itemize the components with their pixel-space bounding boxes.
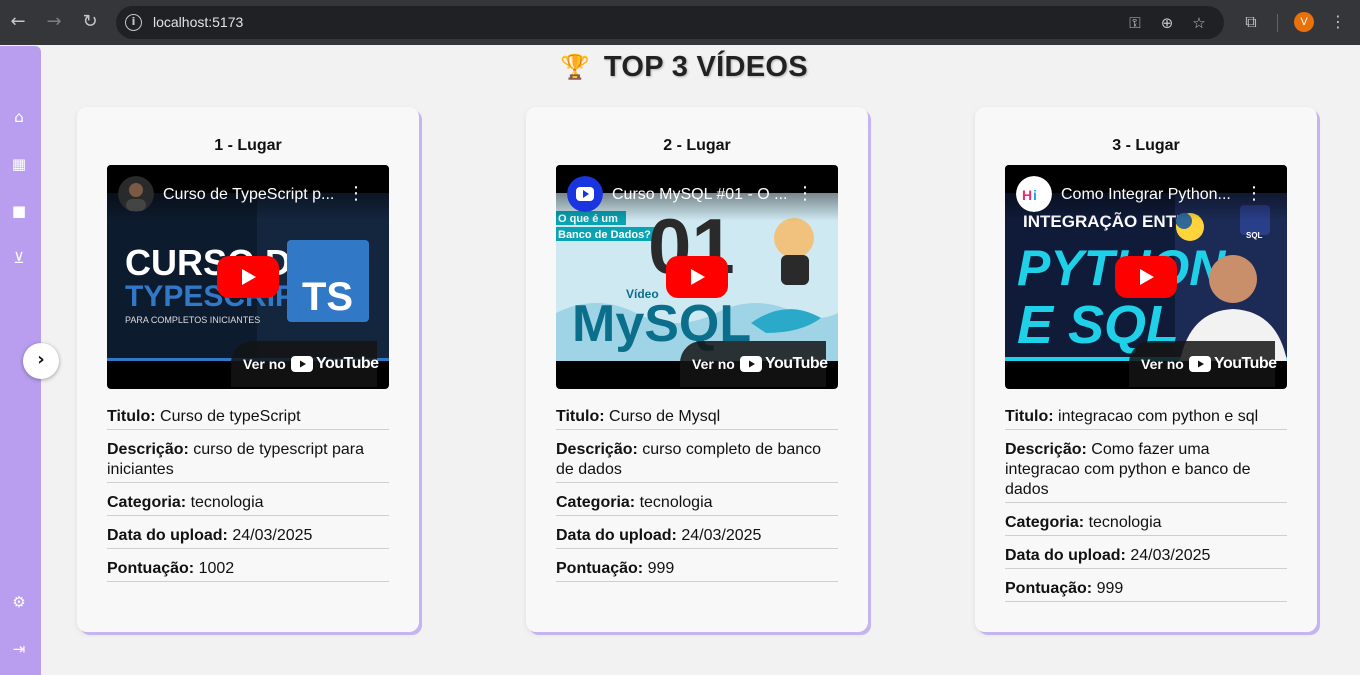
detail-data: Data do upload: 24/03/2025 [556,526,838,549]
puzzle-icon[interactable]: ⧉ [1240,11,1262,33]
youtube-logo: YouTube [740,355,828,373]
play-button-icon[interactable] [1115,256,1177,298]
more-options-icon[interactable]: ⋮ [796,184,814,204]
watch-on-youtube-button[interactable]: Ver no YouTube [1129,341,1277,387]
profile-avatar[interactable]: V [1294,12,1314,32]
browser-toolbar: ← → ↻ i localhost:5173 ⚿ ⊕ ☆ ⧉ V ⋮ [0,0,1360,45]
detail-titulo: Titulo: integracao com python e sql [1005,407,1287,430]
home-icon[interactable]: ⌂ [8,106,30,128]
watch-on-youtube-button[interactable]: Ver no YouTube [231,341,379,387]
more-options-icon[interactable]: ⋮ [347,184,365,204]
zoom-icon[interactable]: ⊕ [1157,13,1177,33]
detail-data: Data do upload: 24/03/2025 [1005,546,1287,569]
video-card-3: 3 - Lugar INTEGRAÇÃO ENTRE PYTHON E SQL … [975,107,1317,632]
youtube-wordmark: YouTube [765,355,828,372]
info-icon[interactable]: i [125,14,142,31]
star-icon[interactable]: ☆ [1189,13,1209,33]
pontuacao-value: 1002 [198,560,235,577]
channel-avatar[interactable]: Hi [1016,176,1052,212]
gear-icon[interactable]: ⚙ [8,591,30,613]
play-button-icon[interactable] [217,256,279,298]
data-value: 24/03/2025 [1130,547,1211,564]
thumb-text-3: PARA COMPLETOS INICIANTES [125,315,260,325]
toolbar-divider [1277,14,1278,32]
titulo-value: integracao com python e sql [1058,408,1259,425]
watch-on-label: Ver no [1141,356,1184,372]
pontuacao-value: 999 [1096,580,1124,597]
data-value: 24/03/2025 [681,527,762,544]
svg-text:i: i [1033,187,1037,203]
video-camera-icon[interactable]: ■ [8,200,30,222]
detail-pontuacao: Pontuação: 999 [556,559,838,582]
forward-arrow-icon[interactable]: → [43,11,65,33]
detail-descricao: Descrição: Como fazer uma integracao com… [1005,440,1287,503]
page-title-text: TOP 3 VÍDEOS [603,50,808,83]
categoria-value: tecnologia [190,494,264,511]
watch-on-label: Ver no [692,356,735,372]
detail-pontuacao: Pontuação: 1002 [107,559,389,582]
place-label: 3 - Lugar [1112,137,1180,154]
more-options-icon[interactable]: ⋮ [1245,184,1263,204]
detail-categoria: Categoria: tecnologia [556,493,838,516]
film-icon[interactable]: ▦ [8,153,30,175]
youtube-logo: YouTube [291,355,379,373]
youtube-embed[interactable]: CURSO DE TYPESCRIPT PARA COMPLETOS INICI… [107,165,389,389]
place-label: 2 - Lugar [663,137,731,154]
pontuacao-value: 999 [647,560,675,577]
thumb-text-2: Banco de Dados? [558,229,651,241]
youtube-icon [740,356,762,372]
url-text[interactable]: localhost:5173 [153,14,243,30]
titulo-value: Curso de Mysql [609,408,721,425]
three-dots-icon[interactable]: ⋮ [1330,11,1346,33]
watch-on-youtube-button[interactable]: Ver no YouTube [680,341,828,387]
place-label: 1 - Lugar [214,137,282,154]
youtube-icon [291,356,313,372]
youtube-wordmark: YouTube [1214,355,1277,372]
sql-badge: SQL [1246,231,1263,240]
play-button-icon[interactable] [666,256,728,298]
trophy-icon: 🏆 [560,53,590,81]
address-bar[interactable]: i localhost:5173 ⚿ ⊕ ☆ [116,6,1224,39]
upload-icon[interactable]: ⊻ [8,247,30,269]
logout-icon[interactable]: ⇥ [8,638,30,660]
detail-titulo: Titulo: Curso de typeScript [107,407,389,430]
reload-icon[interactable]: ↻ [79,11,101,33]
key-icon[interactable]: ⚿ [1125,13,1145,33]
embed-title[interactable]: Como Integrar Python... [1061,186,1247,204]
channel-avatar[interactable] [118,176,154,212]
detail-categoria: Categoria: tecnologia [1005,513,1287,536]
sidebar-expand-button[interactable]: › [23,343,59,379]
video-details: Titulo: Curso de typeScript Descrição: c… [107,407,389,592]
youtube-logo: YouTube [1189,355,1277,373]
detail-categoria: Categoria: tecnologia [107,493,389,516]
svg-text:H: H [1022,187,1032,203]
detail-pontuacao: Pontuação: 999 [1005,579,1287,602]
detail-data: Data do upload: 24/03/2025 [107,526,389,549]
detail-descricao: Descrição: curso completo de banco de da… [556,440,838,483]
video-card-1: 1 - Lugar CURSO DE TYPESCRIPT PARA COMPL… [77,107,419,632]
categoria-value: tecnologia [1088,514,1162,531]
youtube-embed[interactable]: O que é um Banco de Dados? 01 MySQL Víde… [556,165,838,389]
video-card-2: 2 - Lugar O que é um Banco de Dados? 01 … [526,107,868,632]
youtube-icon [1189,356,1211,372]
titulo-value: Curso de typeScript [160,408,301,425]
detail-descricao: Descrição: curso de typescript para inic… [107,440,389,483]
embed-title[interactable]: Curso MySQL #01 - O ... [612,186,798,204]
channel-avatar[interactable] [567,176,603,212]
watch-on-label: Ver no [243,356,286,372]
youtube-wordmark: YouTube [316,355,379,372]
categoria-value: tecnologia [639,494,713,511]
video-details: Titulo: Curso de Mysql Descrição: curso … [556,407,838,592]
youtube-embed[interactable]: INTEGRAÇÃO ENTRE PYTHON E SQL SQL Hi Com… [1005,165,1287,389]
detail-titulo: Titulo: Curso de Mysql [556,407,838,430]
back-arrow-icon[interactable]: ← [7,11,29,33]
video-details: Titulo: integracao com python e sql Desc… [1005,407,1287,612]
page-title: 🏆 TOP 3 VÍDEOS [560,50,808,84]
ts-badge: TS [302,275,353,319]
embed-title[interactable]: Curso de TypeScript p... [163,186,349,204]
thumb-text-4: Vídeo [626,287,659,301]
data-value: 24/03/2025 [232,527,313,544]
